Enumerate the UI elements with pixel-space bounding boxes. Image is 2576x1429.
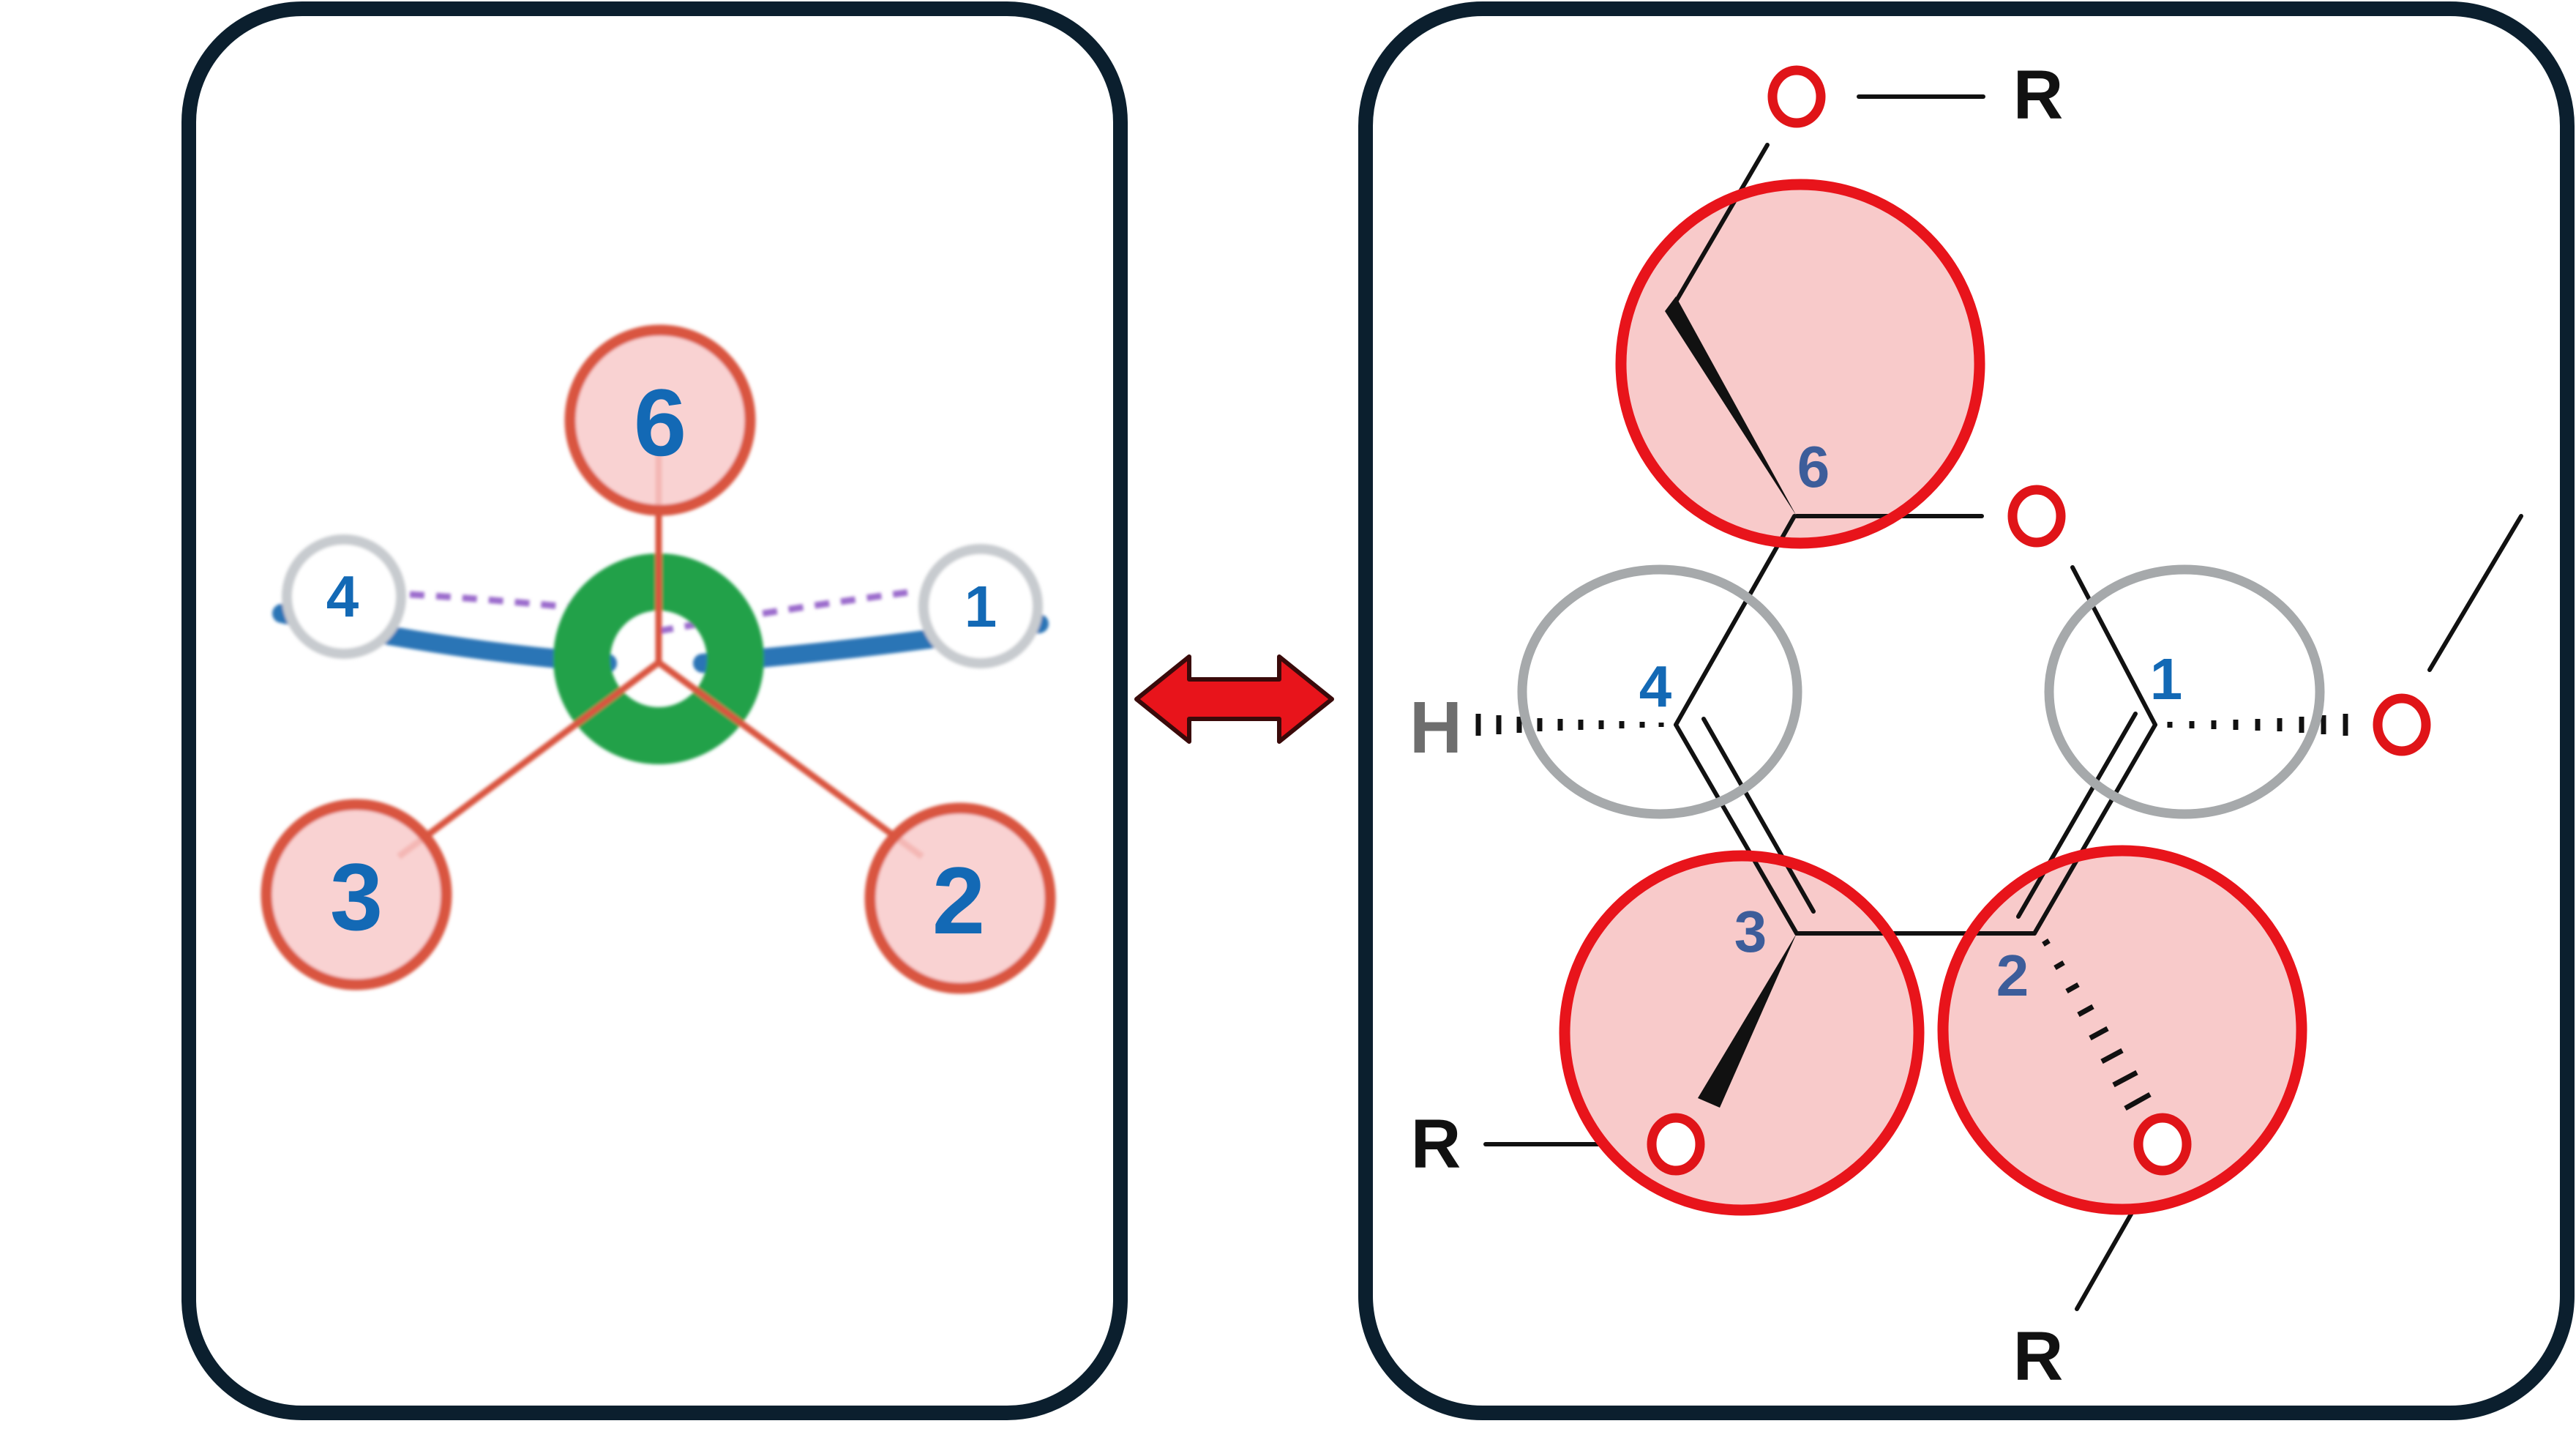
oxygen-top <box>1767 65 1826 128</box>
position-4-label: 4 <box>326 564 359 629</box>
carbon-4-label: 4 <box>1639 654 1672 719</box>
carbon-6-label: 6 <box>1797 434 1830 499</box>
position-6-label: 6 <box>634 369 686 476</box>
left-panel: 6 4 1 3 2 <box>181 1 1128 1420</box>
position-2-label: 2 <box>932 847 985 954</box>
right-panel: R H R R 6 4 1 3 2 <box>1358 1 2575 1420</box>
position-3-label: 3 <box>330 843 383 950</box>
oxygen-bottom-right <box>2133 1113 2192 1176</box>
diagram-svg: 6 4 1 3 2 R H R R 6 4 1 3 2 <box>181 1 2575 1420</box>
diagram-canvas: 6 4 1 3 2 R H R R 6 4 1 3 2 <box>0 0 2576 1425</box>
carbon-2-label: 2 <box>1996 943 2029 1008</box>
r-group-bottom-left: R <box>1411 1105 1461 1183</box>
oxygen-right <box>2373 693 2431 756</box>
oxygen-ring <box>2007 485 2066 548</box>
hydrogen-label: H <box>1409 687 1462 769</box>
oxygen-bottom-left <box>1647 1113 1705 1176</box>
r-group-bottom: R <box>2013 1318 2064 1395</box>
carbon-3-label: 3 <box>1734 899 1767 964</box>
r-group-top: R <box>2013 56 2064 134</box>
carbon-1-label: 1 <box>2150 646 2183 712</box>
position-1-label: 1 <box>965 574 997 639</box>
double-headed-arrow-icon <box>1134 654 1334 744</box>
